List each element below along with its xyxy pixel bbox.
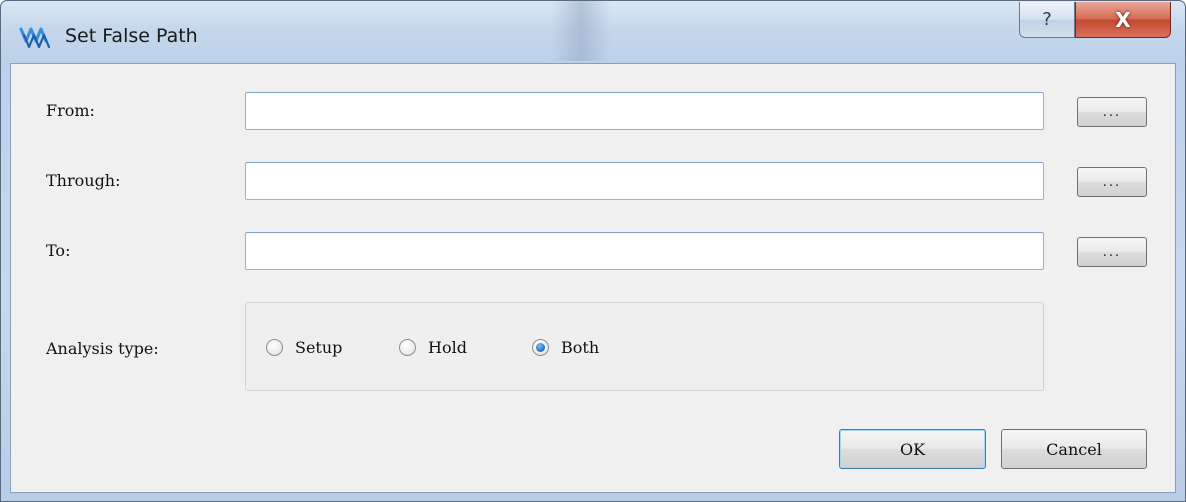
close-icon: X — [1115, 7, 1131, 32]
ok-button[interactable]: OK — [839, 429, 986, 469]
radio-hold-label[interactable]: Hold — [428, 338, 467, 357]
to-browse-button[interactable]: ... — [1077, 237, 1147, 267]
window-title: Set False Path — [65, 25, 198, 47]
from-input[interactable] — [245, 92, 1044, 130]
to-input[interactable] — [245, 232, 1044, 270]
title-bar-glare — [551, 1, 611, 61]
through-input[interactable] — [245, 162, 1044, 200]
close-button[interactable]: X — [1075, 2, 1171, 38]
help-icon: ? — [1042, 9, 1052, 30]
analysis-type-label: Analysis type: — [46, 339, 159, 358]
dialog-body: From: ... Through: ... To: ... Analysis … — [10, 63, 1176, 493]
radio-hold-circle[interactable] — [399, 338, 416, 356]
from-browse-button[interactable]: ... — [1077, 97, 1147, 127]
from-label: From: — [46, 101, 95, 120]
cancel-button[interactable]: Cancel — [1001, 429, 1147, 469]
through-label: Through: — [46, 171, 121, 190]
radio-setup-circle[interactable] — [266, 338, 283, 356]
radio-setup[interactable]: Setup — [266, 336, 342, 358]
dialog-window: Set False Path ? X From: ... Through: ..… — [0, 0, 1186, 502]
help-button[interactable]: ? — [1019, 2, 1075, 38]
radio-both[interactable]: Both — [532, 336, 599, 358]
radio-both-circle[interactable] — [532, 338, 549, 356]
radio-both-label[interactable]: Both — [561, 338, 599, 357]
title-bar[interactable]: Set False Path ? X — [1, 1, 1185, 63]
radio-hold[interactable]: Hold — [399, 336, 467, 358]
radio-setup-label[interactable]: Setup — [295, 338, 342, 357]
to-label: To: — [46, 241, 71, 260]
analysis-type-group: Setup Hold Both — [245, 302, 1044, 391]
app-logo-icon — [19, 27, 51, 49]
through-browse-button[interactable]: ... — [1077, 167, 1147, 197]
